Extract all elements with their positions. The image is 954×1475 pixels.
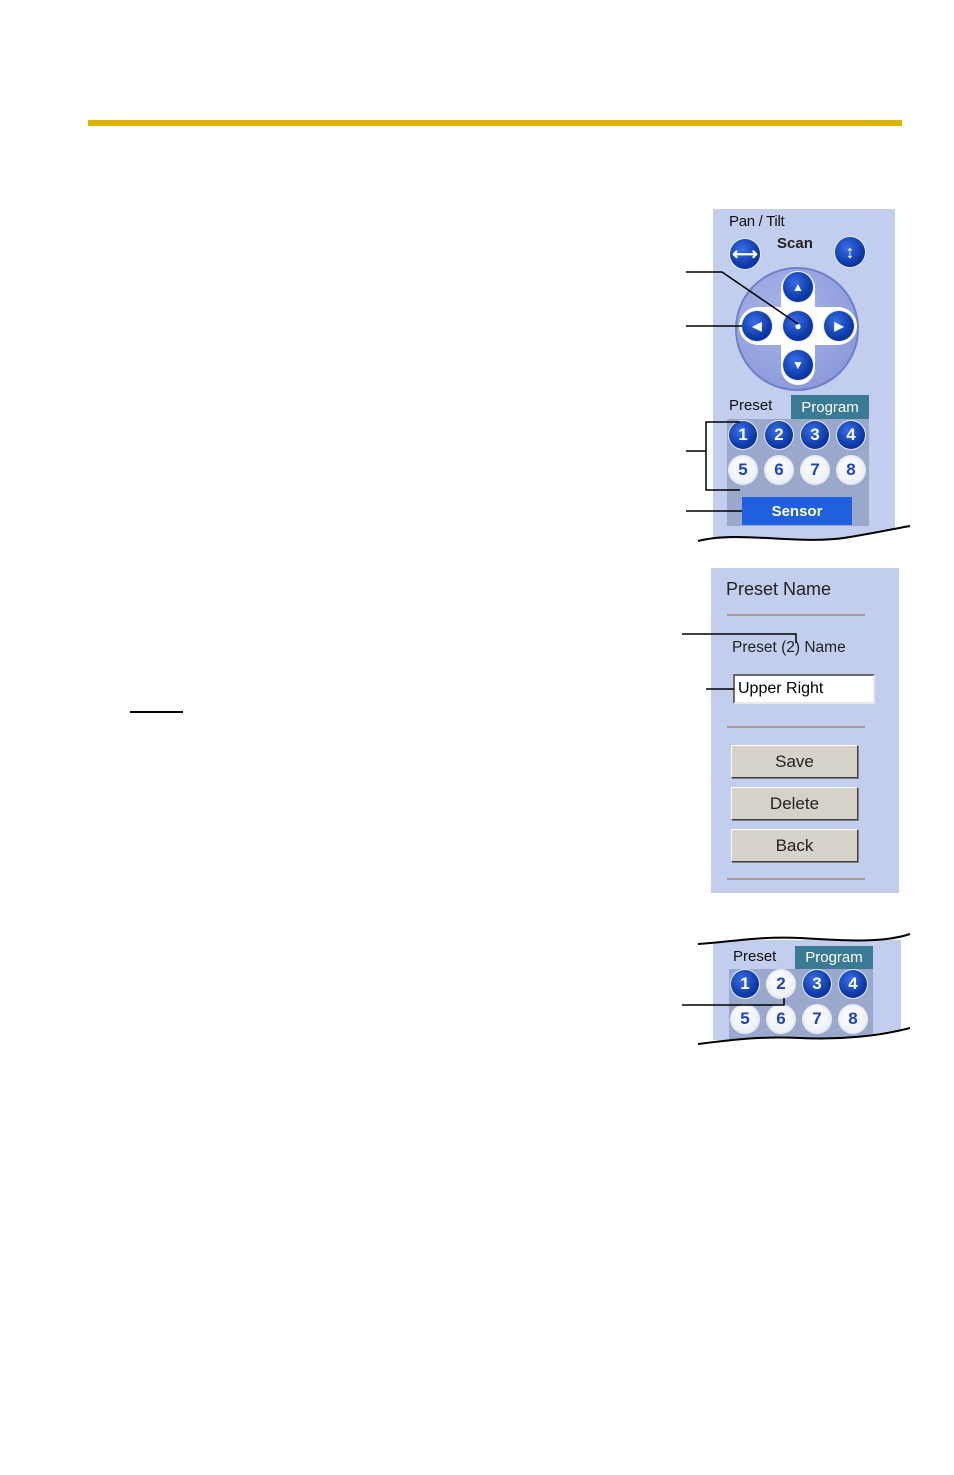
- preset-button-4[interactable]: 4: [839, 970, 867, 998]
- preset-number-label: 5: [740, 1009, 750, 1028]
- pan-tilt-label: Pan / Tilt: [729, 213, 785, 230]
- vertical-arrows-icon: ↕: [845, 241, 855, 262]
- preset-button-7[interactable]: 7: [803, 1005, 831, 1033]
- preset-result-panel: Preset Program 1 2 3 4 5 6 7 8: [713, 940, 901, 1040]
- preset-number-label: 2: [776, 974, 786, 993]
- scan-vertical-button[interactable]: ↕: [835, 237, 865, 267]
- preset-button-7[interactable]: 7: [801, 456, 829, 484]
- sensor-button[interactable]: Sensor: [742, 497, 852, 525]
- tab-program[interactable]: Program: [791, 395, 869, 419]
- preset-number-label: 4: [848, 974, 858, 993]
- tab-preset[interactable]: Preset: [729, 397, 772, 414]
- preset-button-2[interactable]: 2: [765, 421, 793, 449]
- preset-button-8[interactable]: 8: [839, 1005, 867, 1033]
- divider: [727, 726, 865, 728]
- preset-button-5[interactable]: 5: [729, 456, 757, 484]
- preset-button-3[interactable]: 3: [803, 970, 831, 998]
- preset-button-2[interactable]: 2: [767, 970, 795, 998]
- horizontal-arrows-icon: ⟷: [732, 243, 758, 264]
- preset-button-4[interactable]: 4: [837, 421, 865, 449]
- preset-number-label: 4: [846, 425, 856, 444]
- preset-name-input[interactable]: [733, 674, 875, 704]
- preset-button-6[interactable]: 6: [767, 1005, 795, 1033]
- tab-program[interactable]: Program: [795, 946, 873, 969]
- delete-button[interactable]: Delete: [731, 787, 858, 820]
- preset-number-label: 3: [810, 425, 820, 444]
- pan-up-button[interactable]: ▲: [783, 272, 813, 302]
- save-button[interactable]: Save: [731, 745, 858, 778]
- preset-number-label: 5: [738, 460, 748, 479]
- preset-number-label: 8: [846, 460, 856, 479]
- preset-number-label: Preset (2) Name: [732, 639, 846, 656]
- arrow-up-icon: ▲: [792, 280, 804, 294]
- preset-button-1[interactable]: 1: [729, 421, 757, 449]
- preset-button-8[interactable]: 8: [837, 456, 865, 484]
- preset-name-title: Preset Name: [726, 579, 832, 599]
- preset-number-label: 1: [738, 425, 748, 444]
- header-accent-bar: [88, 120, 902, 126]
- preset-number-label: 2: [774, 425, 784, 444]
- preset-number-label: 1: [740, 974, 750, 993]
- preset-number-label: 7: [810, 460, 820, 479]
- pan-right-button[interactable]: ▶: [824, 311, 854, 341]
- preset-button-1[interactable]: 1: [731, 970, 759, 998]
- home-position-button[interactable]: ●: [783, 311, 813, 341]
- pan-tilt-panel: Pan / Tilt Scan ⟷ ↕ ▲ ◀ ● ▶ ▼ Preset Pro…: [713, 209, 895, 539]
- arrow-left-icon: ◀: [752, 319, 762, 333]
- center-dot-icon: ●: [794, 319, 802, 333]
- preset-number-label: 6: [774, 460, 784, 479]
- preset-number-label: 6: [776, 1009, 786, 1028]
- tab-preset[interactable]: Preset: [733, 948, 776, 965]
- arrow-right-icon: ▶: [834, 319, 844, 333]
- preset-button-5[interactable]: 5: [731, 1005, 759, 1033]
- divider: [727, 614, 865, 616]
- preset-number-label: 8: [848, 1009, 858, 1028]
- preset-number-label: 3: [812, 974, 822, 993]
- back-button[interactable]: Back: [731, 829, 858, 862]
- divider: [727, 878, 865, 880]
- preset-name-panel: Preset Name Preset (2) Name Save Delete …: [711, 568, 899, 893]
- pan-down-button[interactable]: ▼: [783, 350, 813, 380]
- underline-mark: [130, 711, 183, 713]
- scan-horizontal-button[interactable]: ⟷: [730, 239, 760, 269]
- arrow-down-icon: ▼: [792, 358, 804, 372]
- scan-label: Scan: [777, 235, 813, 252]
- preset-button-3[interactable]: 3: [801, 421, 829, 449]
- preset-button-6[interactable]: 6: [765, 456, 793, 484]
- preset-button-area: 1 2 3 4 5 6 7 8: [729, 969, 873, 1040]
- pan-left-button[interactable]: ◀: [742, 311, 772, 341]
- preset-number-label: 7: [812, 1009, 822, 1028]
